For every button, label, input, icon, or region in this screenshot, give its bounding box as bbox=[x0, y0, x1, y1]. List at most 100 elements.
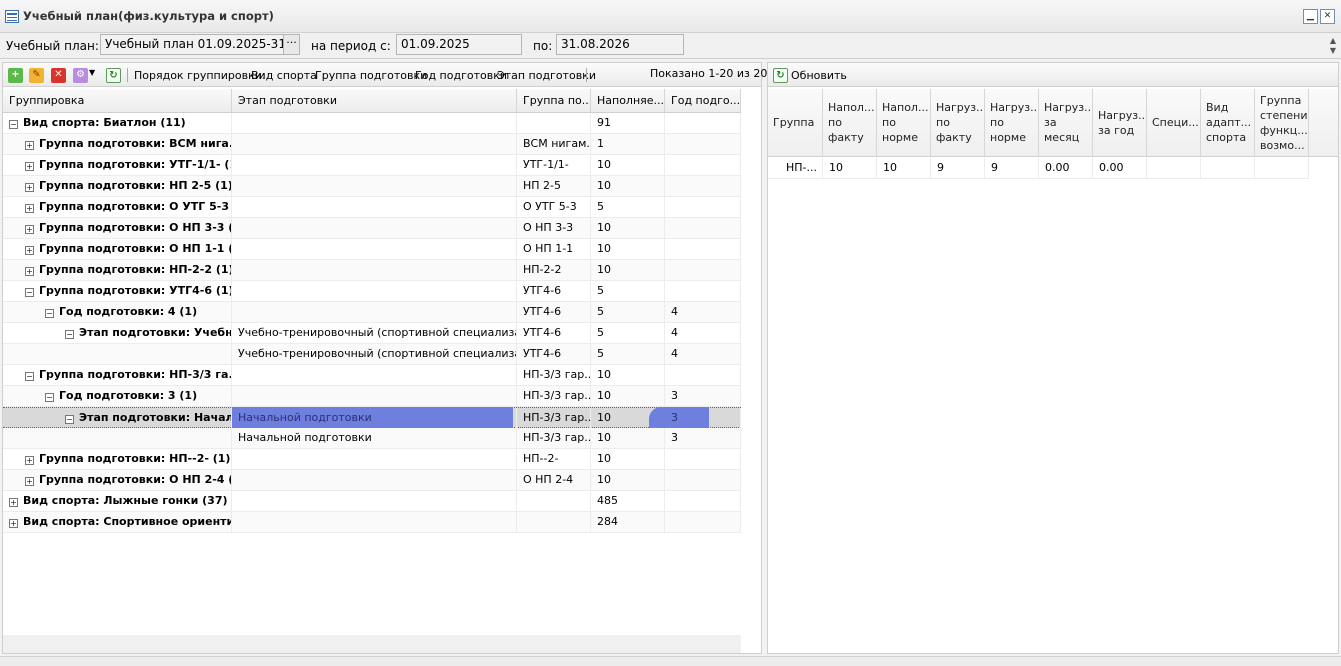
cell-fill: 91 bbox=[591, 113, 665, 133]
collapse-icon[interactable]: − bbox=[25, 372, 34, 381]
cell-stage bbox=[232, 302, 517, 322]
window-titlebar: Учебный план(физ.культура и спорт) ▁ ✕ bbox=[0, 0, 1341, 33]
table-row[interactable]: Начальной подготовки НП-3/3 гар... 10 3 bbox=[3, 428, 741, 449]
table-row[interactable]: − Этап подготовки: Начал... Начальной подг… bbox=[3, 407, 741, 428]
cell-stage bbox=[232, 155, 517, 175]
collapse-icon[interactable]: − bbox=[45, 309, 54, 318]
grouping-label: Порядок группировки: bbox=[134, 69, 266, 82]
grouping-sport[interactable]: Вид спорта bbox=[251, 69, 317, 82]
cell-stage bbox=[232, 113, 517, 133]
col-header-load-month[interactable]: Нагруз... за месяц bbox=[1039, 89, 1093, 156]
plan-select-button[interactable]: ··· bbox=[283, 34, 300, 55]
add-icon[interactable]: + bbox=[8, 68, 23, 83]
col-header-fill[interactable]: Наполняе... bbox=[591, 89, 665, 112]
collapse-icon[interactable]: − bbox=[25, 288, 34, 297]
cell-group: НП-3/3 гар... bbox=[517, 428, 591, 448]
cell-grouping: + Группа подготовки: О НП 2-4 (... bbox=[3, 470, 232, 490]
refresh-icon[interactable]: ↻ bbox=[773, 68, 788, 83]
col-header-load-norm[interactable]: Нагруз... по норме bbox=[985, 89, 1039, 156]
col-header-spec[interactable]: Специ... bbox=[1147, 89, 1201, 156]
window-icon bbox=[5, 10, 19, 23]
expand-icon[interactable]: + bbox=[25, 204, 34, 213]
expand-icon[interactable]: + bbox=[25, 246, 34, 255]
col-header-load-fact[interactable]: Нагруз... по факту bbox=[931, 89, 985, 156]
close-button[interactable]: ✕ bbox=[1320, 9, 1335, 24]
cell-grouping: − Год подготовки: 4 (1) bbox=[3, 302, 232, 322]
minimize-button[interactable]: ▁ bbox=[1303, 9, 1318, 24]
edit-icon[interactable]: ✎ bbox=[29, 68, 44, 83]
expand-icon[interactable]: + bbox=[25, 141, 34, 150]
grouping-group[interactable]: Группа подготовки bbox=[315, 69, 427, 82]
table-row[interactable]: + Группа подготовки: О НП 1-1 (... О НП 1-… bbox=[3, 239, 741, 260]
col-header-adaptive-sport[interactable]: Вид адапт... спорта bbox=[1201, 89, 1255, 156]
toolbar-separator bbox=[586, 68, 587, 82]
params-scrollbar[interactable]: ▲ ▼ bbox=[1328, 36, 1338, 58]
actions-menu-icon[interactable]: ⚙ bbox=[73, 68, 88, 83]
grouping-stage[interactable]: Этап подготовки bbox=[497, 69, 596, 82]
table-row[interactable]: + Группа подготовки: НП-2-2 (1) НП-2-2 10 bbox=[3, 260, 741, 281]
expand-icon[interactable]: + bbox=[9, 519, 18, 528]
table-row[interactable]: + Группа подготовки: УТГ-1/1- (1) УТГ-1/1-… bbox=[3, 155, 741, 176]
cell-stage bbox=[232, 449, 517, 469]
table-row[interactable]: − Год подготовки: 3 (1) НП-3/3 гар... 10 3 bbox=[3, 386, 741, 407]
chevron-down-icon[interactable]: ▼ bbox=[89, 68, 95, 77]
expand-icon[interactable]: + bbox=[9, 498, 18, 507]
refresh-button[interactable]: Обновить bbox=[791, 69, 847, 82]
expand-icon[interactable]: + bbox=[25, 267, 34, 276]
params-bar: Учебный план: Учебный план 01.09.2025-31… bbox=[0, 33, 1341, 59]
table-row[interactable]: − Группа подготовки: УТГ4-6 (1) УТГ4-6 5 bbox=[3, 281, 741, 302]
cell-grouping: + Группа подготовки: НП-2-2 (1) bbox=[3, 260, 232, 280]
col-header-func-group[interactable]: Группа степени функц... возмо... bbox=[1255, 89, 1309, 156]
cell-year: 3 bbox=[665, 428, 741, 448]
left-grid-body: − Вид спорта: Биатлон (11) 91 + Группа подго… bbox=[3, 113, 741, 633]
date-to-field[interactable]: 31.08.2026 bbox=[556, 34, 684, 55]
col-header-group[interactable]: Группа по... bbox=[517, 89, 591, 112]
col-header-grouping[interactable]: Группировка bbox=[3, 89, 232, 112]
refresh-icon[interactable]: ↻ bbox=[106, 68, 121, 83]
col-header-stage[interactable]: Этап подготовки bbox=[232, 89, 517, 112]
table-row[interactable]: + Группа подготовки: О НП 3-3 (... О НП 3-… bbox=[3, 218, 741, 239]
right-table-row[interactable]: НП-... 10 10 9 9 0.00 0.00 bbox=[768, 158, 1309, 179]
table-row[interactable]: + Вид спорта: Лыжные гонки (37) 485 bbox=[3, 491, 741, 512]
col-header-year[interactable]: Год подго... bbox=[665, 89, 741, 112]
table-row[interactable]: − Этап подготовки: Учебн... Учебно-трениро… bbox=[3, 323, 741, 344]
collapse-icon[interactable]: − bbox=[65, 330, 74, 339]
cell-year bbox=[665, 134, 741, 154]
table-row[interactable]: + Группа подготовки: НП 2-5 (1) НП 2-5 10 bbox=[3, 176, 741, 197]
expand-icon[interactable]: + bbox=[25, 225, 34, 234]
col-header-group[interactable]: Группа bbox=[768, 89, 823, 156]
collapse-icon[interactable]: − bbox=[65, 415, 74, 424]
table-row[interactable]: + Группа подготовки: ВСМ нига... ВСМ нигам… bbox=[3, 134, 741, 155]
table-row[interactable]: + Вид спорта: Спортивное ориенти... 284 bbox=[3, 512, 741, 533]
date-from-field[interactable]: 01.09.2025 bbox=[396, 34, 522, 55]
cell-grouping: − Вид спорта: Биатлон (11) bbox=[3, 113, 232, 133]
cell-grouping: − Год подготовки: 3 (1) bbox=[3, 386, 232, 406]
cell-fill: 10 bbox=[591, 365, 665, 385]
cell-year bbox=[665, 113, 741, 133]
grouping-year[interactable]: Год подготовки bbox=[415, 69, 507, 82]
horizontal-scrollbar[interactable] bbox=[3, 635, 741, 653]
expand-icon[interactable]: + bbox=[25, 456, 34, 465]
cell-group: О НП 2-4 bbox=[517, 470, 591, 490]
collapse-icon[interactable]: − bbox=[9, 120, 18, 129]
expand-icon[interactable]: + bbox=[25, 162, 34, 171]
expand-icon[interactable]: + bbox=[25, 477, 34, 486]
plan-field[interactable]: Учебный план 01.09.2025-31.08.2026 bbox=[100, 34, 284, 55]
col-header-load-year[interactable]: Нагруз... за год bbox=[1093, 89, 1147, 156]
row-label: Вид спорта: Биатлон (11) bbox=[23, 116, 186, 129]
table-row[interactable]: + Группа подготовки: О НП 2-4 (... О НП 2-… bbox=[3, 470, 741, 491]
col-header-fill-fact[interactable]: Напол... по факту bbox=[823, 89, 877, 156]
table-row[interactable]: + Группа подготовки: О УТГ 5-3 ... О УТГ 5… bbox=[3, 197, 741, 218]
col-header-fill-norm[interactable]: Напол... по норме bbox=[877, 89, 931, 156]
table-row[interactable]: − Год подготовки: 4 (1) УТГ4-6 5 4 bbox=[3, 302, 741, 323]
table-row[interactable]: − Группа подготовки: НП-3/3 га... НП-3/3 г… bbox=[3, 365, 741, 386]
delete-icon[interactable]: ✕ bbox=[51, 68, 66, 83]
cell-year: 4 bbox=[665, 323, 741, 343]
row-label: Группа подготовки: НП-2-2 (1) bbox=[39, 263, 232, 276]
collapse-icon[interactable]: − bbox=[45, 393, 54, 402]
left-panel: + ✎ ✕ ⚙ ▼ ↻ Порядок группировки: Вид спо… bbox=[2, 62, 767, 654]
table-row[interactable]: Учебно-тренировочный (спортивной специал… bbox=[3, 344, 741, 365]
table-row[interactable]: − Вид спорта: Биатлон (11) 91 bbox=[3, 113, 741, 134]
expand-icon[interactable]: + bbox=[25, 183, 34, 192]
table-row[interactable]: + Группа подготовки: НП--2- (1) НП--2- 10 bbox=[3, 449, 741, 470]
